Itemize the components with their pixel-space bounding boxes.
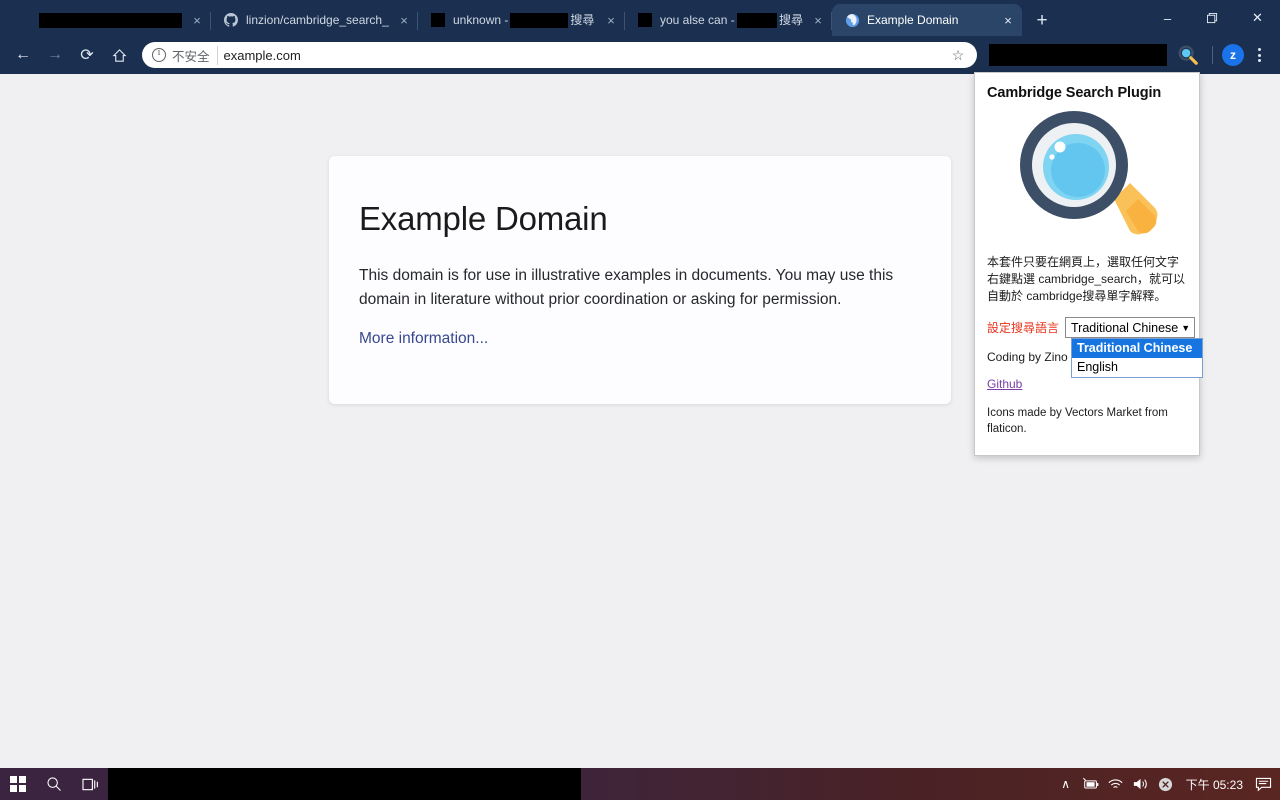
tab-close-icon[interactable]: × [603, 12, 619, 28]
reload-icon[interactable]: ⟳ [72, 40, 102, 70]
language-option-list: Traditional Chinese English [1071, 338, 1203, 378]
window-controls: – ✕ [1145, 0, 1280, 36]
alert-badge-icon[interactable] [1155, 768, 1177, 800]
browser-tab-1[interactable]: × [4, 4, 211, 36]
redacted-text-block [510, 12, 569, 28]
extension-popup: Cambridge Search Plugin 本套件只要在網頁上，選取任何文字… [974, 72, 1203, 456]
github-link[interactable]: Github [987, 377, 1022, 391]
back-icon[interactable]: ← [8, 40, 38, 70]
tab-title: Example Domain [867, 13, 959, 27]
more-information-link[interactable]: More information... [359, 330, 488, 347]
tab-title-suffix: 搜尋 [570, 13, 595, 27]
github-icon [223, 12, 239, 28]
redacted-text-block [39, 12, 182, 28]
battery-icon[interactable] [1080, 768, 1102, 800]
new-tab-button[interactable]: + [1028, 6, 1056, 34]
browser-tab-3[interactable]: unknown - 搜尋 × [418, 4, 625, 36]
popup-description: 本套件只要在網頁上，選取任何文字右鍵點選 cambridge_search，就可… [987, 255, 1186, 303]
language-select[interactable]: Traditional Chinese ▼ [1065, 317, 1196, 338]
language-option-english[interactable]: English [1072, 358, 1202, 377]
minimize-button[interactable]: – [1145, 0, 1190, 36]
browser-window: × linzion/cambridge_search_pl × unknown … [0, 0, 1280, 768]
tab-title-prefix: unknown - [453, 13, 509, 27]
forward-icon[interactable]: → [40, 40, 70, 70]
icon-attribution-text: Icons made by Vectors Market from flatic… [987, 407, 1168, 435]
language-option-traditional-chinese[interactable]: Traditional Chinese [1072, 339, 1202, 358]
toolbar-divider [1212, 46, 1213, 64]
browser-tab-4[interactable]: you alse can - 搜尋 × [625, 4, 832, 36]
magnifier-extension-icon[interactable] [1173, 40, 1203, 70]
tab-close-icon[interactable]: × [1000, 12, 1016, 28]
windows-start-icon[interactable] [0, 768, 36, 800]
wifi-icon[interactable] [1105, 768, 1127, 800]
kebab-menu-icon[interactable] [1246, 42, 1272, 68]
tab-title-prefix: you alse can - [660, 13, 735, 27]
tab-title-suffix: 搜尋 [778, 13, 803, 27]
tab-title: linzion/cambridge_search_pl [246, 13, 389, 27]
popup-title: Cambridge Search Plugin [987, 85, 1162, 101]
tab-title [39, 12, 182, 28]
redacted-toolbar-region [989, 44, 1167, 66]
profile-avatar[interactable]: z [1222, 44, 1244, 66]
volume-icon[interactable] [1130, 768, 1152, 800]
task-view-icon[interactable] [72, 768, 108, 800]
redacted-text-block [736, 12, 777, 28]
blank-icon [16, 12, 32, 28]
tab-close-icon[interactable]: × [396, 12, 412, 28]
home-icon[interactable] [104, 40, 134, 70]
language-setting-row: 設定搜尋語言 Traditional Chinese ▼ Traditional… [987, 317, 1203, 378]
windows-taskbar: ∧ 下午 05:23 [0, 768, 1280, 800]
tab-strip: × linzion/cambridge_search_pl × unknown … [0, 0, 1280, 36]
language-setting-label: 設定搜尋語言 [987, 321, 1060, 335]
tab-title: you alse can - 搜尋 [660, 12, 803, 28]
taskbar-clock[interactable]: 下午 05:23 [1180, 776, 1249, 793]
language-select-value: Traditional Chinese [1071, 320, 1179, 335]
redacted-favicon [430, 12, 446, 28]
browser-tab-2[interactable]: linzion/cambridge_search_pl × [211, 4, 418, 36]
security-status-label: 不安全 [172, 45, 218, 65]
address-bar[interactable]: 不安全 example.com ☆ [142, 42, 977, 68]
tab-title: unknown - 搜尋 [453, 12, 596, 28]
close-button[interactable]: ✕ [1235, 0, 1280, 36]
browser-toolbar: ← → ⟳ 不安全 example.com ☆ z [0, 36, 1280, 74]
search-icon[interactable] [36, 768, 72, 800]
info-icon[interactable] [152, 47, 166, 62]
url-text: example.com [223, 47, 301, 63]
example-domain-card: Example Domain This domain is for use in… [329, 156, 951, 404]
page-paragraph: This domain is for use in illustrative e… [359, 267, 894, 308]
browser-tab-5-active[interactable]: Example Domain × [832, 4, 1022, 36]
redacted-taskbar-region [108, 768, 582, 800]
redacted-favicon [637, 12, 653, 28]
tab-close-icon[interactable]: × [189, 12, 205, 28]
taskbar-left-icons [0, 768, 108, 800]
system-tray: ∧ 下午 05:23 [581, 768, 1280, 800]
tab-close-icon[interactable]: × [810, 12, 826, 28]
chevron-up-icon[interactable]: ∧ [1055, 768, 1077, 800]
globe-icon [844, 12, 860, 28]
page-title: Example Domain [359, 200, 608, 237]
magnifying-glass-icon [987, 107, 1187, 242]
maximize-button[interactable] [1190, 0, 1235, 36]
action-center-icon[interactable] [1252, 768, 1274, 800]
bookmark-star-icon[interactable]: ☆ [949, 46, 967, 64]
chevron-down-icon: ▼ [1181, 322, 1191, 333]
